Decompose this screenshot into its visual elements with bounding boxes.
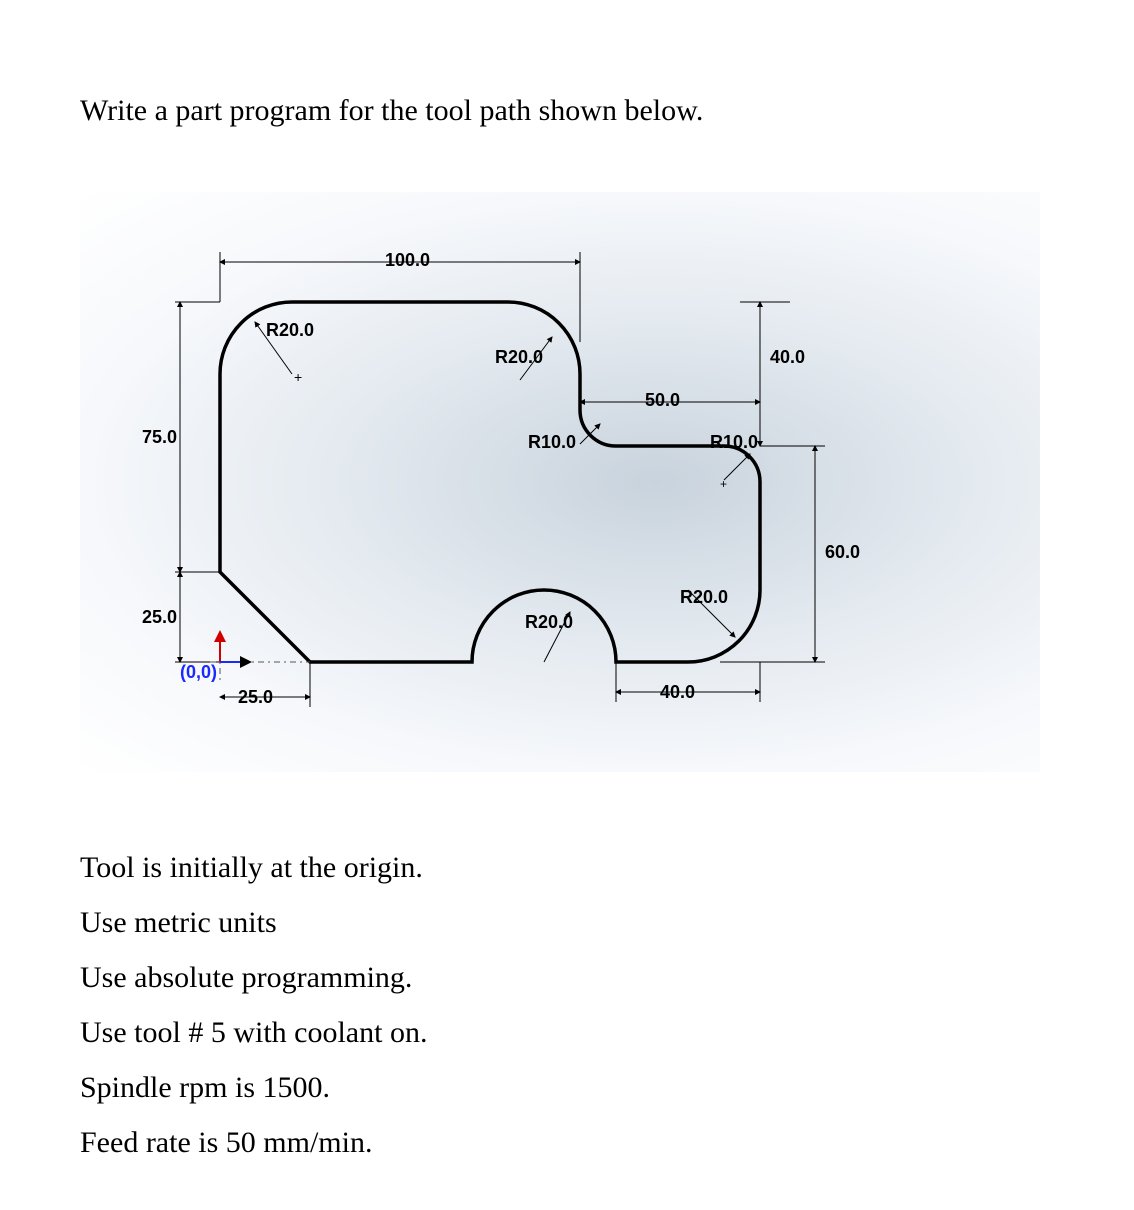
part-outline: [220, 302, 760, 662]
dim-bottom-w: 40.0: [660, 682, 695, 703]
radius-bottom-arc: R20.0: [525, 612, 573, 633]
radius-top-left: R20.0: [266, 320, 314, 341]
instructions-list: Tool is initially at the origin. Use met…: [80, 842, 1054, 1168]
dim-step-width: 50.0: [645, 390, 680, 411]
radius-step-left: R10.0: [528, 432, 576, 453]
svg-text:+: +: [294, 369, 302, 385]
instruction-line: Use metric units: [80, 897, 1054, 948]
origin-label: (0,0): [180, 662, 217, 683]
problem-prompt: Write a part program for the tool path s…: [80, 90, 1054, 132]
dim-step-height: 40.0: [770, 347, 805, 368]
figure-container: + + 100.0 75.0 25.0 25.0: [80, 192, 1054, 772]
instruction-line: Use tool # 5 with coolant on.: [80, 1007, 1054, 1058]
radius-top-right: R20.0: [495, 347, 543, 368]
radius-step-right: R10.0: [710, 432, 758, 453]
instruction-line: Spindle rpm is 1500.: [80, 1062, 1054, 1113]
instruction-line: Tool is initially at the origin.: [80, 842, 1054, 893]
toolpath-figure: + + 100.0 75.0 25.0 25.0: [80, 192, 1040, 772]
instruction-line: Feed rate is 50 mm/min.: [80, 1117, 1054, 1168]
dim-top-width: 100.0: [385, 250, 430, 271]
instruction-line: Use absolute programming.: [80, 952, 1054, 1003]
radius-bottom-fillet: R20.0: [680, 587, 728, 608]
toolpath-svg: + +: [80, 192, 1040, 772]
dim-bottom-off: 25.0: [238, 687, 273, 708]
svg-text:+: +: [720, 477, 727, 491]
dim-right-h: 60.0: [825, 542, 860, 563]
dim-left-lower: 25.0: [142, 607, 177, 628]
dim-left-upper: 75.0: [142, 427, 177, 448]
